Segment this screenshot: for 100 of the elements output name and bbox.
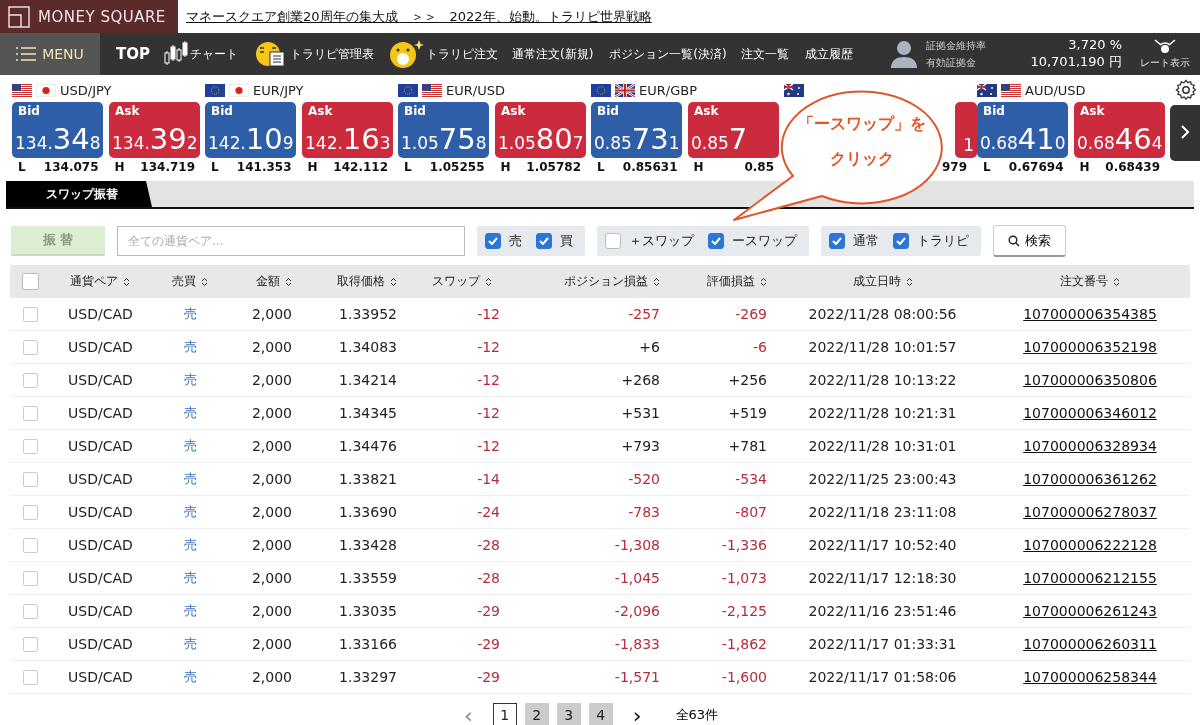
next-page-link[interactable]: › xyxy=(620,702,654,725)
row-checkbox[interactable] xyxy=(22,636,38,652)
menu-button[interactable]: MENU xyxy=(0,33,100,75)
table-cell-text: +531 xyxy=(620,405,661,421)
rate-display-button[interactable]: レート表示 xyxy=(1130,37,1200,71)
side-link[interactable]: 売 xyxy=(160,371,220,389)
side-link[interactable]: 売 xyxy=(160,569,220,587)
sort-icon[interactable] xyxy=(653,276,660,287)
sort-icon[interactable] xyxy=(390,276,397,287)
settings-icon[interactable] xyxy=(1175,79,1197,101)
page-link[interactable]: 1 xyxy=(492,703,517,725)
row-checkbox[interactable] xyxy=(22,603,38,619)
select-all-checkbox[interactable] xyxy=(21,273,39,290)
sort-icon[interactable] xyxy=(201,276,208,287)
ask-price-card[interactable]: Ask 0.68464 xyxy=(1074,102,1165,158)
sort-icon[interactable] xyxy=(123,276,130,287)
sort-icon[interactable] xyxy=(760,276,767,287)
order-number-link[interactable]: 107000006212155 xyxy=(1023,570,1157,586)
search-button[interactable]: 検索 xyxy=(993,225,1066,257)
order-number-link[interactable]: 107000006261243 xyxy=(1023,603,1157,619)
row-checkbox[interactable] xyxy=(22,570,38,586)
ask-price-card[interactable]: Ask 0.857 xyxy=(688,102,779,158)
order-number-link[interactable]: 107000006328934 xyxy=(1023,438,1157,454)
side-link[interactable]: 売 xyxy=(160,470,220,488)
checkbox[interactable] xyxy=(485,233,501,249)
nav-link[interactable]: ポジション一覧(決済) xyxy=(609,45,727,63)
previous-page-link[interactable]: ‹ xyxy=(451,702,485,725)
order-number-link[interactable]: 107000006278037 xyxy=(1023,504,1157,520)
column-header[interactable]: 通貨ペア xyxy=(70,274,118,288)
ask-price-card[interactable]: Ask 1.05807 xyxy=(495,102,586,158)
row-checkbox[interactable] xyxy=(22,471,38,487)
candlestick-icon xyxy=(162,41,188,67)
column-header[interactable]: 金額 xyxy=(256,274,280,288)
checkbox[interactable] xyxy=(605,233,621,249)
bid-price-card[interactable]: Bid 0.85731 xyxy=(591,102,682,158)
row-checkbox[interactable] xyxy=(22,438,38,454)
nav-link[interactable]: 成立履歴 xyxy=(804,45,853,63)
column-header[interactable]: 取得価格 xyxy=(337,274,385,288)
side-link[interactable]: 売 xyxy=(160,437,220,455)
column-header[interactable]: 注文番号 xyxy=(1060,274,1108,288)
order-number-link[interactable]: 107000006352198 xyxy=(1023,339,1157,355)
nav-link[interactable]: 通常注文(新規) xyxy=(512,45,594,63)
page-link[interactable]: 3 xyxy=(556,703,581,725)
nav-link[interactable]: トラリピ注文 xyxy=(426,45,498,63)
row-checkbox[interactable] xyxy=(22,405,38,421)
nav-link[interactable]: 注文一覧 xyxy=(740,45,789,63)
side-link[interactable]: 売 xyxy=(160,338,220,356)
bid-price-card[interactable]: Bid 134.348 xyxy=(12,102,103,158)
column-header[interactable]: 成立日時 xyxy=(852,274,901,288)
order-number-link[interactable]: 107000006346012 xyxy=(1023,405,1157,421)
bid-price-card[interactable]: Bid 1.0575 8 xyxy=(398,102,489,158)
ask-price-card[interactable]: 1 xyxy=(955,102,977,158)
currency-pair-search-field[interactable]: 全ての通貨ペア... xyxy=(117,226,465,256)
checkbox[interactable] xyxy=(708,233,724,249)
side-link[interactable]: 売 xyxy=(160,503,220,521)
nav-link[interactable]: TOP xyxy=(116,45,150,63)
sort-icon[interactable] xyxy=(905,276,913,287)
side-link[interactable]: 売 xyxy=(160,602,220,620)
bid-price-card[interactable]: Bid 142.109 xyxy=(205,102,296,158)
bid-price-card[interactable]: Bid 0.6841 0 xyxy=(977,102,1068,158)
column-header[interactable]: スワップ xyxy=(432,274,480,288)
order-number-link[interactable]: 107000006258344 xyxy=(1023,669,1157,685)
column-header[interactable]: 評価損益 xyxy=(707,274,755,288)
sort-icon[interactable] xyxy=(485,276,492,287)
checkbox[interactable] xyxy=(893,233,909,249)
checkbox[interactable] xyxy=(536,233,552,249)
nav-link[interactable]: チャート xyxy=(190,45,238,63)
row-checkbox[interactable] xyxy=(22,537,38,553)
order-number-link[interactable]: 107000006350806 xyxy=(1023,372,1157,388)
sort-icon[interactable] xyxy=(1113,276,1120,287)
page-link[interactable]: 4 xyxy=(588,703,613,725)
ask-price-card[interactable]: Ask 142.163 xyxy=(302,102,393,158)
price-label: Ask xyxy=(694,104,719,118)
row-checkbox[interactable] xyxy=(22,306,38,322)
column-header[interactable]: 売買 xyxy=(172,274,196,288)
side-link[interactable]: 売 xyxy=(160,305,220,323)
logo[interactable]: MONEY SQUARE xyxy=(0,0,178,33)
order-number-link[interactable]: 107000006361262 xyxy=(1023,471,1157,487)
side-link[interactable]: 売 xyxy=(160,635,220,653)
sort-icon[interactable] xyxy=(285,276,292,287)
order-number-link[interactable]: 107000006222128 xyxy=(1023,537,1157,553)
table-cell-text: -1,336 xyxy=(720,537,768,553)
side-link[interactable]: 売 xyxy=(160,536,220,554)
nav-link[interactable]: トラリピ管理表 xyxy=(290,45,374,63)
banner-link[interactable]: マネースクエア創業20周年の集大成 ＞＞ 2022年、始動。トラリピ世界戦略 xyxy=(186,7,652,26)
order-number-link[interactable]: 107000006354385 xyxy=(1023,306,1157,322)
checkbox[interactable] xyxy=(829,233,845,249)
ask-price-card[interactable]: Ask 134.392 xyxy=(109,102,200,158)
swap-transfer-tab[interactable]: スワップ振替 xyxy=(6,181,152,207)
row-checkbox[interactable] xyxy=(22,339,38,355)
order-number-link[interactable]: 107000006260311 xyxy=(1023,636,1157,652)
row-checkbox[interactable] xyxy=(22,669,38,685)
high-value: 0.85 xyxy=(744,160,774,176)
side-link[interactable]: 売 xyxy=(160,668,220,686)
column-header[interactable]: ポジション損益 xyxy=(564,274,648,288)
row-checkbox[interactable] xyxy=(22,372,38,388)
row-checkbox[interactable] xyxy=(22,504,38,520)
page-link[interactable]: 2 xyxy=(524,703,549,725)
side-link[interactable]: 売 xyxy=(160,404,220,422)
scroll-right-button[interactable] xyxy=(1170,105,1200,161)
